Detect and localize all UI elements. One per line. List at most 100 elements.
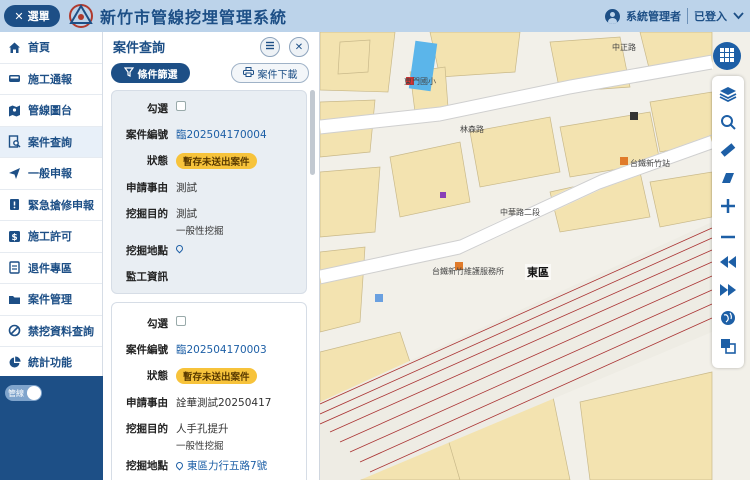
sidebar-item-label: 統計功能	[28, 356, 72, 370]
map-poi-label: 東門國小	[404, 77, 436, 86]
panel-scrollbar[interactable]	[310, 90, 315, 480]
toggle-knob	[27, 386, 41, 400]
send-icon	[8, 167, 21, 180]
purpose-value: 測試	[176, 208, 197, 220]
case-query-panel: 案件查詢 ✕ 條件篩選 案件下載 勾選 案件編號 臨202504170004 狀態…	[103, 32, 320, 480]
sidebar-item-construction-notice[interactable]: 施工通報	[0, 64, 102, 95]
supervisor-label: 監工資訊	[126, 271, 168, 283]
case-checkbox[interactable]	[176, 316, 186, 326]
location-pin-icon[interactable]	[174, 460, 185, 471]
map-poi-label: 台鐵新竹維護服務所	[432, 267, 504, 276]
case-list[interactable]: 勾選 案件編號 臨202504170004 狀態 暫存未送出案件 申請事由 測試 挖掘…	[111, 90, 307, 480]
fast-forward-icon	[720, 283, 736, 299]
layers-button[interactable]	[714, 82, 742, 108]
sidebar-item-construction-permit[interactable]: $ 施工許可	[0, 221, 102, 253]
case-no-label: 案件編號	[126, 344, 168, 356]
folder-icon	[8, 293, 21, 306]
pipeline-toggle[interactable]: 管線	[5, 385, 42, 401]
printer-icon	[242, 66, 254, 80]
purpose-value: 人手孔提升	[176, 423, 229, 435]
erase-button[interactable]	[714, 166, 742, 192]
zoom-out-button[interactable]	[714, 222, 742, 248]
grid-icon	[720, 47, 734, 65]
status-badge: 暫存未送出案件	[176, 153, 257, 169]
sidebar-item-home[interactable]: 首頁	[0, 32, 102, 64]
map-tool-stack	[712, 76, 744, 368]
case-checkbox[interactable]	[176, 101, 186, 111]
map-poi-label: 台鐵新竹站	[630, 159, 670, 168]
sidebar-item-label: 管線圖台	[28, 104, 72, 118]
home-icon	[8, 41, 21, 54]
filter-button[interactable]: 條件篩選	[111, 63, 190, 83]
swipe-compare-button[interactable]	[714, 334, 742, 360]
layers-icon	[719, 86, 737, 105]
next-extent-button[interactable]	[714, 278, 742, 304]
case-card[interactable]: 勾選 案件編號 臨202504170003 狀態 暫存未送出案件 申請事由 詮華測試2…	[111, 302, 307, 480]
case-no-link[interactable]: 臨202504170003	[176, 342, 267, 357]
map-icon	[8, 104, 21, 117]
reason-value: 詮華測試20250417	[176, 397, 272, 409]
chevron-down-icon[interactable]	[733, 10, 744, 23]
close-icon: ✕	[14, 9, 24, 23]
app-title: 新竹市管線挖埋管理系統	[100, 8, 288, 27]
rewind-icon	[720, 255, 736, 271]
case-no-link[interactable]: 臨202504170004	[176, 127, 267, 142]
location-label: 挖掘地點	[126, 460, 168, 472]
sidebar-item-label: 禁挖資料查詢	[28, 324, 94, 338]
svg-text:$: $	[11, 233, 17, 243]
location-value[interactable]: 東區力行五路7號	[187, 460, 267, 472]
hamburger-icon	[265, 41, 275, 53]
sidebar-item-case-management[interactable]: 案件管理	[0, 284, 102, 316]
sidebar-item-label: 施工通報	[28, 72, 72, 86]
map-canvas	[320, 32, 715, 480]
city-logo	[66, 2, 96, 30]
purpose-sub-value: 一般性挖掘	[176, 441, 224, 452]
sidebar-item-label: 案件查詢	[28, 135, 72, 149]
minus-icon	[721, 229, 735, 242]
login-status[interactable]: 已登入	[694, 8, 727, 24]
sidebar-item-label: 首頁	[28, 41, 50, 55]
sidebar-item-no-dig-query[interactable]: 禁挖資料查詢	[0, 316, 102, 347]
location-pin-icon[interactable]	[174, 243, 185, 254]
purpose-sub-value: 一般性挖掘	[176, 226, 224, 237]
close-panel-button[interactable]: ✕	[289, 37, 309, 57]
status-badge: 暫存未送出案件	[176, 368, 257, 384]
purpose-label: 挖掘目的	[126, 423, 168, 435]
eraser-icon	[720, 171, 736, 188]
pie-chart-icon	[8, 356, 21, 369]
swap-layers-icon	[720, 338, 736, 357]
apps-grid-button[interactable]	[713, 42, 741, 70]
filter-icon	[123, 66, 134, 80]
sidebar-item-returned-cases[interactable]: 退件專區	[0, 253, 102, 284]
zoom-in-button[interactable]	[714, 194, 742, 220]
previous-extent-button[interactable]	[714, 250, 742, 276]
scroll-thumb[interactable]	[310, 90, 315, 175]
ruler-icon	[720, 142, 736, 161]
menu-button[interactable]: ✕ 選單	[4, 5, 60, 27]
download-button[interactable]: 案件下載	[231, 63, 309, 83]
sidebar-item-label: 一般申報	[28, 167, 72, 181]
sidebar-item-emergency-report[interactable]: 緊急搶修申報	[0, 190, 102, 221]
case-card[interactable]: 勾選 案件編號 臨202504170004 狀態 暫存未送出案件 申請事由 測試 挖掘…	[111, 90, 307, 294]
user-icon	[605, 8, 620, 24]
panel-title: 案件查詢	[113, 40, 166, 56]
download-button-label: 案件下載	[257, 69, 298, 81]
list-menu-button[interactable]	[260, 37, 280, 57]
sidebar-item-case-query[interactable]: 案件查詢	[0, 126, 102, 158]
urgent-doc-icon	[8, 198, 21, 211]
map-road-label: 中華路二段	[500, 208, 540, 217]
ban-icon	[8, 324, 21, 337]
measure-button[interactable]	[714, 138, 742, 164]
sidebar-item-general-report[interactable]: 一般申報	[0, 158, 102, 190]
status-label: 狀態	[147, 155, 168, 167]
header-divider	[687, 8, 688, 24]
sidebar-item-pipeline-map[interactable]: 管線圖台	[0, 95, 102, 127]
sidebar-item-statistics[interactable]: 統計功能	[0, 347, 102, 379]
sidebar-item-label: 緊急搶修申報	[28, 198, 94, 212]
map-view[interactable]: 林森路 中華路二段 台鐵新竹站 台鐵新竹維護服務所 東門國小 中正路 東區	[320, 32, 750, 480]
full-extent-button[interactable]	[714, 306, 742, 332]
dollar-icon: $	[8, 230, 21, 243]
user-name[interactable]: 系統管理者	[626, 8, 681, 24]
purpose-label: 挖掘目的	[126, 208, 168, 220]
location-search-button[interactable]	[714, 110, 742, 136]
